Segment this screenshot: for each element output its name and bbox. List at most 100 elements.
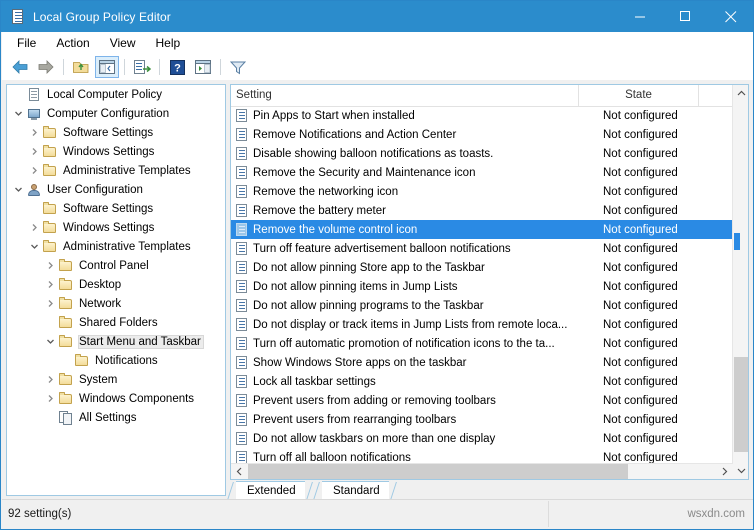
tree-item-uc-administrative-templates[interactable]: Administrative Templates — [7, 237, 225, 256]
table-row[interactable]: Do not allow pinning Store app to the Ta… — [231, 258, 733, 277]
scroll-down-icon[interactable] — [733, 462, 748, 479]
back-icon[interactable] — [8, 56, 32, 78]
setting-state: Not configured — [603, 204, 678, 217]
chevron-right-icon[interactable] — [43, 256, 58, 275]
table-row[interactable]: Show Windows Store apps on the taskbar N… — [231, 353, 733, 372]
table-row[interactable]: Remove the networking icon Not configure… — [231, 182, 733, 201]
table-row[interactable]: Remove the Security and Maintenance icon… — [231, 163, 733, 182]
policy-document-icon — [10, 8, 26, 25]
tree-item-label: Administrative Templates — [63, 164, 191, 177]
tree-item-cc-software-settings[interactable]: Software Settings — [7, 123, 225, 142]
user-icon — [26, 182, 42, 198]
setting-state: Not configured — [603, 356, 678, 369]
toolbar-separator — [63, 59, 64, 75]
tree-item-control-panel[interactable]: Control Panel — [7, 256, 225, 275]
help-icon[interactable]: ? — [165, 56, 189, 78]
scrollbar-thumb[interactable] — [248, 464, 628, 479]
table-row[interactable]: Do not display or track items in Jump Li… — [231, 315, 733, 334]
menu-item-file[interactable]: File — [8, 34, 45, 52]
show-hide-console-tree-icon[interactable] — [95, 56, 119, 78]
chevron-right-icon[interactable] — [27, 161, 42, 180]
column-header-setting[interactable]: Setting — [231, 85, 579, 106]
chevron-right-icon[interactable] — [27, 142, 42, 161]
table-row[interactable]: Prevent users from adding or removing to… — [231, 391, 733, 410]
menu-item-view[interactable]: View — [101, 34, 145, 52]
settings-list-pane[interactable]: Setting State Pin Apps to Start when ins… — [230, 84, 749, 480]
chevron-right-icon[interactable] — [27, 123, 42, 142]
chevron-down-icon[interactable] — [11, 180, 26, 199]
table-row[interactable]: Remove the battery meter Not configured — [231, 201, 733, 220]
forward-icon[interactable] — [34, 56, 58, 78]
content-area: Local Computer Policy Computer Configura… — [2, 80, 753, 500]
setting-state: Not configured — [603, 242, 678, 255]
minimize-button[interactable] — [618, 1, 663, 32]
tree-item-network[interactable]: Network — [7, 294, 225, 313]
tree-item-cc-administrative-templates[interactable]: Administrative Templates — [7, 161, 225, 180]
chevron-right-icon[interactable] — [43, 275, 58, 294]
scrollbar-thumb[interactable] — [734, 357, 748, 452]
tree-item-start-menu-and-taskbar[interactable]: Start Menu and Taskbar — [7, 332, 225, 351]
scroll-up-icon[interactable] — [733, 85, 748, 102]
tree-item-all-settings[interactable]: All Settings — [7, 408, 225, 427]
tree-item-shared-folders[interactable]: Shared Folders — [7, 313, 225, 332]
tree-item-system[interactable]: System — [7, 370, 225, 389]
setting-name: Turn off automatic promotion of notifica… — [253, 337, 555, 350]
show-hide-action-pane-icon[interactable] — [191, 56, 215, 78]
table-row[interactable]: Pin Apps to Start when installed Not con… — [231, 106, 733, 125]
tree-item-windows-components[interactable]: Windows Components — [7, 389, 225, 408]
setting-state: Not configured — [603, 147, 678, 160]
chevron-right-icon[interactable] — [27, 218, 42, 237]
scroll-right-icon[interactable] — [716, 464, 733, 479]
up-one-level-icon[interactable] — [69, 56, 93, 78]
tree-item-desktop[interactable]: Desktop — [7, 275, 225, 294]
tree-item-user-configuration[interactable]: User Configuration — [7, 180, 225, 199]
chevron-down-icon[interactable] — [43, 332, 58, 351]
console-tree-pane[interactable]: Local Computer Policy Computer Configura… — [6, 84, 226, 496]
chevron-right-icon[interactable] — [43, 370, 58, 389]
table-row[interactable]: Turn off automatic promotion of notifica… — [231, 334, 733, 353]
policy-document-icon — [26, 87, 42, 103]
list-vertical-scrollbar[interactable] — [732, 85, 748, 479]
table-row[interactable]: Remove Notifications and Action Center N… — [231, 125, 733, 144]
column-header-state[interactable]: State — [579, 85, 699, 106]
scrollbar-track[interactable] — [248, 464, 716, 479]
table-row[interactable]: Turn off feature advertisement balloon n… — [231, 239, 733, 258]
tree-item-label: System — [79, 373, 118, 386]
maximize-button[interactable] — [663, 1, 708, 32]
tab-standard[interactable]: Standard — [322, 481, 389, 499]
table-row[interactable]: Disable showing balloon notifications as… — [231, 144, 733, 163]
close-button[interactable] — [708, 1, 753, 32]
export-list-icon[interactable] — [130, 56, 154, 78]
tree-item-notifications[interactable]: Notifications — [7, 351, 225, 370]
menu-item-action[interactable]: Action — [47, 34, 98, 52]
table-row[interactable]: Do not allow pinning programs to the Tas… — [231, 296, 733, 315]
setting-state: Not configured — [603, 451, 678, 464]
table-row[interactable]: Do not allow taskbars on more than one d… — [231, 429, 733, 448]
table-row[interactable]: Prevent users from rearranging toolbars … — [231, 410, 733, 429]
tree-item-uc-software-settings[interactable]: Software Settings — [7, 199, 225, 218]
policy-setting-icon — [235, 260, 249, 275]
tab-extended[interactable]: Extended — [236, 481, 305, 499]
all-settings-icon — [58, 410, 74, 426]
list-horizontal-scrollbar[interactable] — [231, 463, 733, 479]
tree-item-uc-windows-settings[interactable]: Windows Settings — [7, 218, 225, 237]
tree-item-label: Control Panel — [79, 259, 149, 272]
tree-item-label: Software Settings — [63, 126, 154, 139]
tree-item-cc-windows-settings[interactable]: Windows Settings — [7, 142, 225, 161]
chevron-down-icon[interactable] — [27, 237, 42, 256]
list-column-headers: Setting State — [231, 85, 748, 107]
chevron-right-icon[interactable] — [43, 294, 58, 313]
table-row[interactable]: Lock all taskbar settings Not configured — [231, 372, 733, 391]
policy-setting-icon — [235, 108, 249, 123]
chevron-right-icon[interactable] — [43, 389, 58, 408]
filter-icon[interactable] — [226, 56, 250, 78]
table-row-selected[interactable]: Remove the volume control icon Not confi… — [231, 220, 733, 239]
scroll-left-icon[interactable] — [231, 464, 248, 479]
menu-item-help[interactable]: Help — [147, 34, 190, 52]
tree-item-local-computer-policy[interactable]: Local Computer Policy — [7, 85, 225, 104]
table-row[interactable]: Do not allow pinning items in Jump Lists… — [231, 277, 733, 296]
tree-item-computer-configuration[interactable]: Computer Configuration — [7, 104, 225, 123]
policy-setting-icon — [235, 355, 249, 370]
chevron-down-icon[interactable] — [11, 104, 26, 123]
window-title: Local Group Policy Editor — [33, 9, 171, 24]
